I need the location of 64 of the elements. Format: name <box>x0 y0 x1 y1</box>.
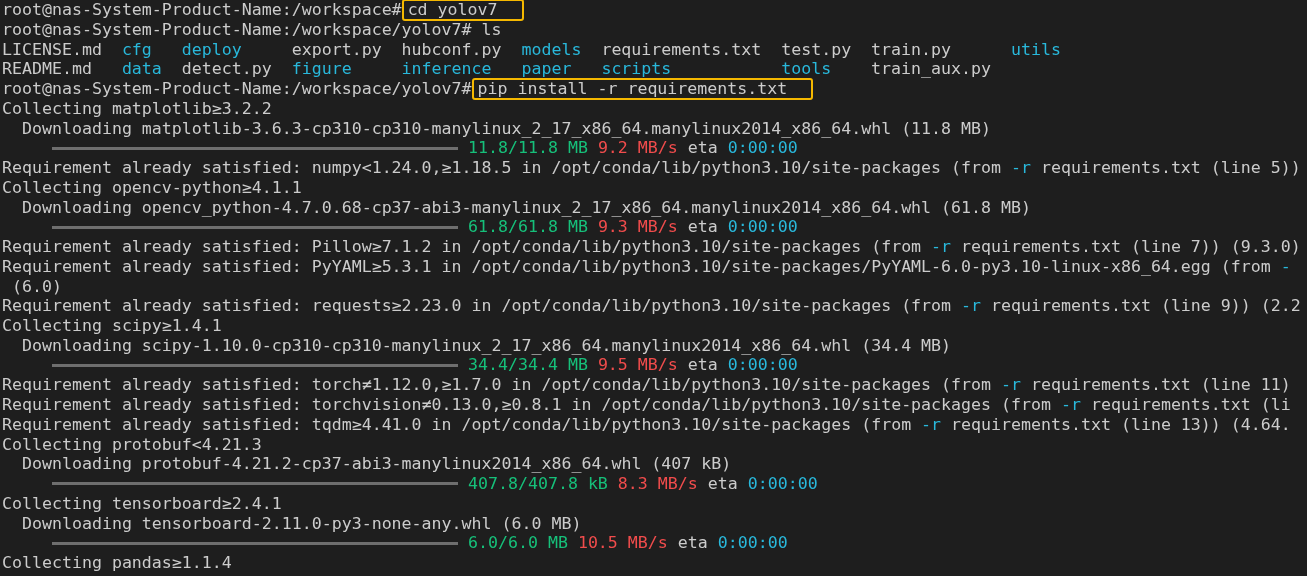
output-line: Collecting protobuf<4.21.3 <box>2 434 263 455</box>
download-speed: 9.3 MB/s <box>597 217 678 238</box>
command-text: pip install -r requirements.txt <box>471 77 814 100</box>
output-line: Requirement already satisfied: requests≥2.23.0 in /opt/conda/lib/python3.10/site-packages (from -r requirements.txt (line 9)) (2.2 <box>2 296 1302 316</box>
output-line: Collecting matplotlib≥3.2.2 <box>2 98 273 119</box>
file-name: test.py <box>781 39 853 60</box>
eta-time: 0:00:00 <box>747 473 818 494</box>
file-name: train.py <box>871 39 953 60</box>
download-speed: 10.5 MB/s <box>577 533 668 554</box>
file-name: export.py <box>291 39 383 60</box>
directory-name: figure <box>291 59 353 80</box>
file-name: hubconf.py <box>401 39 503 60</box>
output-line: Downloading opencv_python-4.7.0.68-cp37-abi3-manylinux_2_17_x86_64.manylinux2014_x86_64.whl (61.8 MB) <box>20 197 1032 218</box>
file-name: detect.py <box>181 59 273 80</box>
file-name: README.md <box>2 59 93 80</box>
directory-name: paper <box>521 59 573 80</box>
output-line: (6.0) <box>11 276 63 297</box>
eta-label: eta <box>687 355 718 376</box>
output-line: Requirement already satisfied: torchvision≠0.13.0,≥0.8.1 in /opt/conda/lib/python3.10/site-packages (from -r requirements.txt (li <box>2 395 1292 415</box>
eta-label: eta <box>707 473 738 494</box>
directory-name: cfg <box>121 39 153 60</box>
file-name: train_aux.py <box>871 59 992 80</box>
output-line: Downloading matplotlib-3.6.3-cp310-cp310-manylinux_2_17_x86_64.manylinux2014_x86_64.whl (11.8 MB) <box>20 118 993 139</box>
download-speed: 9.5 MB/s <box>597 355 678 376</box>
eta-time: 0:00:00 <box>727 355 798 376</box>
output-line: Requirement already satisfied: torch≠1.12.0,≥1.7.0 in /opt/conda/lib/python3.10/site-packages (from -r requirements.txt (line 11) <box>2 375 1292 395</box>
file-name: requirements.txt <box>601 39 763 60</box>
command-text: ls <box>480 19 502 40</box>
output-line: Collecting pandas≥1.1.4 <box>2 553 233 573</box>
output-line: Collecting tensorboard≥2.4.1 <box>2 493 283 514</box>
directory-name: inference <box>401 59 493 80</box>
output-line: Requirement already satisfied: PyYAML≥5.3.1 in /opt/conda/lib/python3.10/site-packages/PyYAML-6.0-py3.10-linux-x86_64.egg (from - <box>2 256 1292 277</box>
download-size: 407.8/407.8 kB <box>468 473 608 494</box>
directory-name: scripts <box>601 59 673 80</box>
output-line: Requirement already satisfied: numpy<1.24.0,≥1.18.5 in /opt/conda/lib/python3.10/site-packages (from -r requirements.txt (line 5)) <box>2 158 1302 178</box>
output-line: Requirement already satisfied: Pillow≥7.1.2 in /opt/conda/lib/python3.10/site-packages (from -r requirements.txt (line 7)) (9.3.0) <box>2 237 1302 257</box>
output-line: Collecting scipy≥1.4.1 <box>2 316 223 336</box>
file-name: LICENSE.md <box>2 39 103 60</box>
output-line: Downloading tensorboard-2.11.0-py3-none-any.whl (6.0 MB) <box>20 513 583 534</box>
prompt-text: root@nas-System-Product-Name:/workspace/yolov7# <box>2 78 472 99</box>
eta-label: eta <box>687 138 718 159</box>
output-line: Collecting opencv-python≥4.1.1 <box>2 177 303 198</box>
directory-name: utils <box>1010 39 1062 60</box>
eta-time: 0:00:00 <box>727 138 798 159</box>
output-line: Downloading protobuf-4.21.2-cp37-abi3-manylinux2014_x86_64.whl (407 kB) <box>20 454 733 474</box>
download-speed: 9.2 MB/s <box>597 138 678 159</box>
eta-time: 0:00:00 <box>717 533 788 554</box>
prompt-text: root@nas-System-Product-Name:/workspace/yolov7# <box>2 19 472 40</box>
output-line: Downloading scipy-1.10.0-cp310-cp310-manylinux_2_17_x86_64.manylinux2014_x86_64.whl (34.4 MB) <box>20 335 953 356</box>
eta-label: eta <box>677 533 708 554</box>
download-size: 34.4/34.4 MB <box>468 355 588 376</box>
directory-name: models <box>521 39 583 60</box>
eta-time: 0:00:00 <box>727 217 798 238</box>
directory-name: tools <box>781 59 833 80</box>
eta-label: eta <box>687 217 718 238</box>
download-size: 11.8/11.8 MB <box>468 138 588 159</box>
directory-name: deploy <box>181 39 243 60</box>
output-line: Requirement already satisfied: tqdm≥4.41.0 in /opt/conda/lib/python3.10/site-packages (from -r requirements.txt (line 13)) (4.64. <box>2 414 1292 435</box>
command-text: cd yolov7 <box>401 0 524 21</box>
download-size: 6.0/6.0 MB <box>468 533 568 554</box>
directory-name: data <box>121 59 163 80</box>
prompt-text: root@nas-System-Product-Name:/workspace# <box>2 0 402 20</box>
download-speed: 8.3 MB/s <box>617 473 698 494</box>
download-size: 61.8/61.8 MB <box>468 217 588 238</box>
